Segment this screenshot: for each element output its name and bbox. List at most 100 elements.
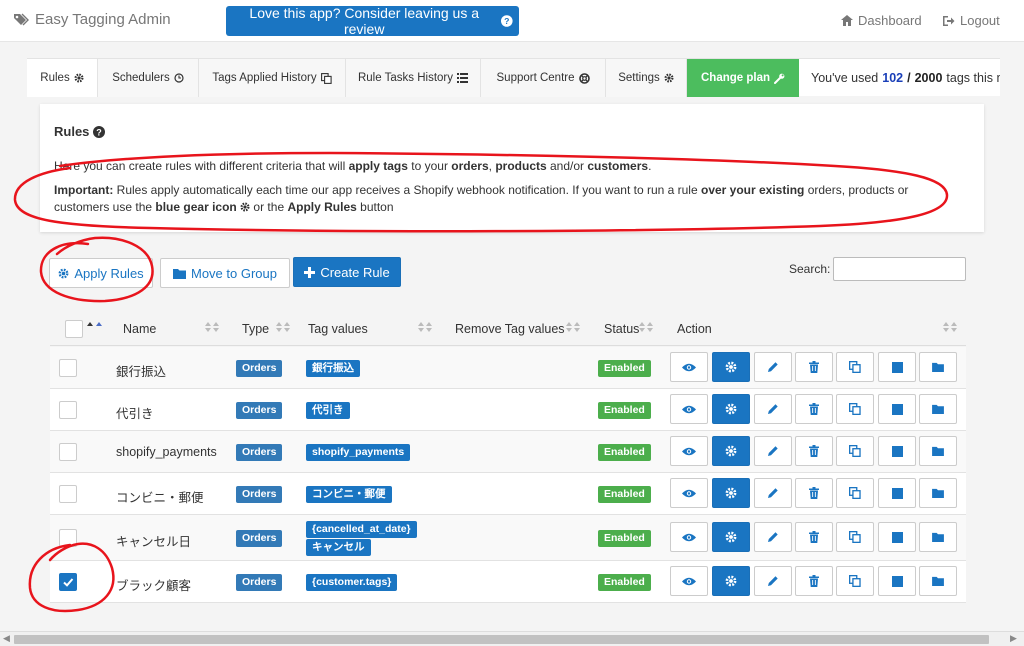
move-to-group-row-button[interactable] <box>919 352 957 382</box>
delete-button[interactable] <box>795 522 833 552</box>
trash-icon <box>809 361 819 373</box>
tab-schedulers[interactable]: Schedulers <box>98 59 199 97</box>
table-row[interactable]: shopify_payments Orders shopify_payments… <box>50 431 966 473</box>
delete-button[interactable] <box>795 352 833 382</box>
rules-description: Here you can create rules with different… <box>54 158 954 175</box>
row-checkbox[interactable] <box>59 573 77 591</box>
duplicate-button[interactable] <box>836 394 874 424</box>
brand[interactable]: Easy Tagging Admin <box>13 11 171 28</box>
view-button[interactable] <box>670 352 708 382</box>
duplicate-button[interactable] <box>836 352 874 382</box>
usage-total: 2000 <box>914 70 943 85</box>
move-to-group-row-button[interactable] <box>919 478 957 508</box>
tag-badge: 銀行振込 <box>306 360 360 377</box>
edit-button[interactable] <box>754 566 792 596</box>
column-header-remove-tag-values[interactable]: Remove Tag values <box>455 322 565 336</box>
table-row[interactable]: キャンセル日 Orders {cancelled_at_date} キャンセル … <box>50 515 966 561</box>
text: or the <box>250 200 288 214</box>
sort-icon[interactable] <box>205 322 219 332</box>
delete-button[interactable] <box>795 566 833 596</box>
trash-icon <box>809 487 819 499</box>
row-checkbox[interactable] <box>59 485 77 503</box>
edit-button[interactable] <box>754 436 792 466</box>
edit-button[interactable] <box>754 394 792 424</box>
type-badge: Orders <box>236 402 283 419</box>
view-button[interactable] <box>670 522 708 552</box>
apply-rule-gear-button[interactable] <box>712 394 750 424</box>
column-header-tag-values[interactable]: Tag values <box>308 322 368 336</box>
delete-button[interactable] <box>795 478 833 508</box>
tab-change-plan[interactable]: Change plan <box>687 59 799 97</box>
disable-button[interactable] <box>878 566 916 596</box>
apply-rule-gear-button[interactable] <box>712 478 750 508</box>
apply-rule-gear-button[interactable] <box>712 352 750 382</box>
disable-button[interactable] <box>878 394 916 424</box>
horizontal-scrollbar[interactable]: ◀ ▶ <box>0 631 1024 646</box>
scrollbar-thumb[interactable] <box>14 635 989 644</box>
edit-button[interactable] <box>754 478 792 508</box>
create-rule-button[interactable]: Create Rule <box>293 257 401 287</box>
search-input[interactable] <box>833 257 966 281</box>
view-button[interactable] <box>670 394 708 424</box>
delete-button[interactable] <box>795 436 833 466</box>
scroll-right-arrow-icon[interactable]: ▶ <box>1010 633 1017 644</box>
column-header-name[interactable]: Name <box>123 322 156 336</box>
edit-button[interactable] <box>754 522 792 552</box>
tab-rule-tasks-history[interactable]: Rule Tasks History <box>346 59 481 97</box>
move-to-group-row-button[interactable] <box>919 436 957 466</box>
apply-rules-button[interactable]: Apply Rules <box>49 258 153 288</box>
disable-button[interactable] <box>878 352 916 382</box>
row-checkbox[interactable] <box>59 359 77 377</box>
disable-button[interactable] <box>878 436 916 466</box>
delete-button[interactable] <box>795 394 833 424</box>
gear-icon <box>725 531 737 543</box>
table-row[interactable]: ブラック顧客 Orders {customer.tags} Enabled <box>50 561 966 603</box>
gear-icon <box>725 445 737 457</box>
duplicate-button[interactable] <box>836 478 874 508</box>
apply-rule-gear-button[interactable] <box>712 436 750 466</box>
type-badge: Orders <box>236 360 283 377</box>
tab-tags-applied-history[interactable]: Tags Applied History <box>199 59 346 97</box>
select-all-checkbox[interactable] <box>65 320 83 338</box>
text-bold: orders <box>451 159 489 173</box>
row-checkbox[interactable] <box>59 401 77 419</box>
duplicate-button[interactable] <box>836 566 874 596</box>
view-button[interactable] <box>670 566 708 596</box>
tab-support-centre[interactable]: Support Centre <box>481 59 606 97</box>
move-to-group-row-button[interactable] <box>919 566 957 596</box>
sort-icon[interactable] <box>276 322 290 332</box>
review-button[interactable]: Love this app? Consider leaving us a rev… <box>226 5 519 37</box>
row-checkbox[interactable] <box>59 529 77 547</box>
row-checkbox[interactable] <box>59 443 77 461</box>
column-header-status[interactable]: Status <box>604 322 639 336</box>
question-circle-icon[interactable]: ? <box>93 125 106 138</box>
table-row[interactable]: 代引き Orders 代引き Enabled <box>50 389 966 431</box>
table-row[interactable]: コンビニ・郵便 Orders コンビニ・郵便 Enabled <box>50 473 966 515</box>
disable-button[interactable] <box>878 478 916 508</box>
tab-settings[interactable]: Settings <box>606 59 687 97</box>
duplicate-button[interactable] <box>836 436 874 466</box>
sort-icon[interactable] <box>943 322 957 332</box>
trash-icon <box>809 403 819 415</box>
view-button[interactable] <box>670 436 708 466</box>
disable-button[interactable] <box>878 522 916 552</box>
view-button[interactable] <box>670 478 708 508</box>
sort-icon[interactable] <box>639 322 653 332</box>
column-header-type[interactable]: Type <box>242 322 269 336</box>
edit-button[interactable] <box>754 352 792 382</box>
apply-rule-gear-button[interactable] <box>712 566 750 596</box>
dashboard-link[interactable]: Dashboard <box>841 13 922 28</box>
duplicate-button[interactable] <box>836 522 874 552</box>
sort-icon[interactable] <box>418 322 432 332</box>
logout-link[interactable]: Logout <box>942 13 1000 28</box>
table-row[interactable]: 銀行振込 Orders 銀行振込 Enabled <box>50 347 966 389</box>
move-to-group-button[interactable]: Move to Group <box>160 258 290 288</box>
stop-icon <box>891 361 903 373</box>
sort-icon[interactable] <box>566 322 580 332</box>
tab-rules[interactable]: Rules <box>27 59 98 97</box>
move-to-group-row-button[interactable] <box>919 522 957 552</box>
scroll-left-arrow-icon[interactable]: ◀ <box>3 633 10 644</box>
sort-asc-icon[interactable] <box>87 320 103 328</box>
apply-rule-gear-button[interactable] <box>712 522 750 552</box>
move-to-group-row-button[interactable] <box>919 394 957 424</box>
